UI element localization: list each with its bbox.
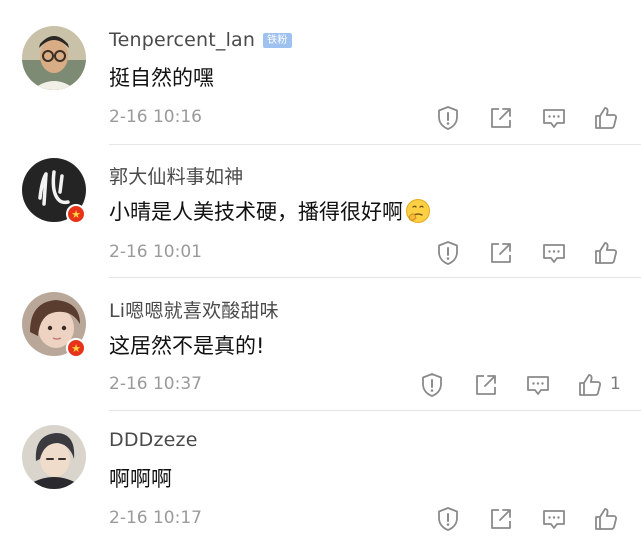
thinking-face-icon [405,198,431,224]
comment-actions: 1 [0,371,641,399]
reply-button[interactable] [540,505,568,533]
comment-text: 挺自然的嘿 [109,66,214,90]
like-button[interactable] [592,104,620,132]
report-shield-icon [438,507,458,531]
username[interactable]: 郭大仙料事如神 [109,162,243,189]
fan-badge: 铁粉 [263,33,292,48]
username[interactable]: Tenpercent_lan 铁粉 [109,29,292,51]
like-button[interactable] [592,239,620,267]
comment-item: Tenpercent_lan 铁粉 挺自然的嘿 2-16 10:16 [0,0,641,145]
comment-item: ★ 郭大仙料事如神 小晴是人美技术硬，播得很好啊 2-16 10:01 [0,145,641,278]
username-text[interactable]: Tenpercent_lan [109,29,255,51]
comment-icon [527,376,549,395]
share-icon [491,509,511,529]
reply-button[interactable] [540,104,568,132]
comment-icon [543,510,565,529]
report-shield-icon [438,106,458,130]
comment-actions [0,505,641,533]
comment-text: 啊啊啊 [109,467,172,491]
verified-badge-icon: ★ [66,338,86,358]
report-shield-icon [422,373,442,397]
share-button[interactable] [487,505,515,533]
report-button[interactable] [434,239,462,267]
avatar[interactable] [22,26,86,90]
report-button[interactable] [434,505,462,533]
thumbs-up-icon [595,242,618,264]
reply-button[interactable] [524,371,552,399]
report-button[interactable] [418,371,446,399]
comment-icon [543,109,565,128]
verified-badge-icon: ★ [66,204,86,224]
share-button[interactable] [487,104,515,132]
thumbs-up-icon [595,508,618,530]
username[interactable]: DDDzeze [109,429,198,451]
comment-text: 小晴是人美技术硬，播得很好啊 [109,196,431,226]
comment-text: 这居然不是真的! [109,334,265,358]
share-button[interactable] [487,239,515,267]
reply-button[interactable] [540,239,568,267]
avatar[interactable] [22,425,86,489]
share-icon [491,243,511,263]
like-count: 1 [610,374,621,394]
report-shield-icon [438,241,458,265]
comment-item: DDDzeze 啊啊啊 2-16 10:17 [0,411,641,548]
like-button[interactable] [576,371,604,399]
like-button[interactable] [592,505,620,533]
share-icon [476,375,496,395]
comment-actions [0,239,641,267]
thumbs-up-icon [595,107,618,129]
username[interactable]: Li嗯嗯就喜欢酸甜味 [109,296,279,323]
comment-icon [543,244,565,263]
share-button[interactable] [472,371,500,399]
thumbs-up-icon [579,374,602,396]
comment-item: ★ Li嗯嗯就喜欢酸甜味 这居然不是真的! 2-16 10:37 1 [0,278,641,411]
report-button[interactable] [434,104,462,132]
comment-actions [0,104,641,132]
comment-text-content: 小晴是人美技术硬，播得很好啊 [109,200,403,224]
share-icon [491,108,511,128]
